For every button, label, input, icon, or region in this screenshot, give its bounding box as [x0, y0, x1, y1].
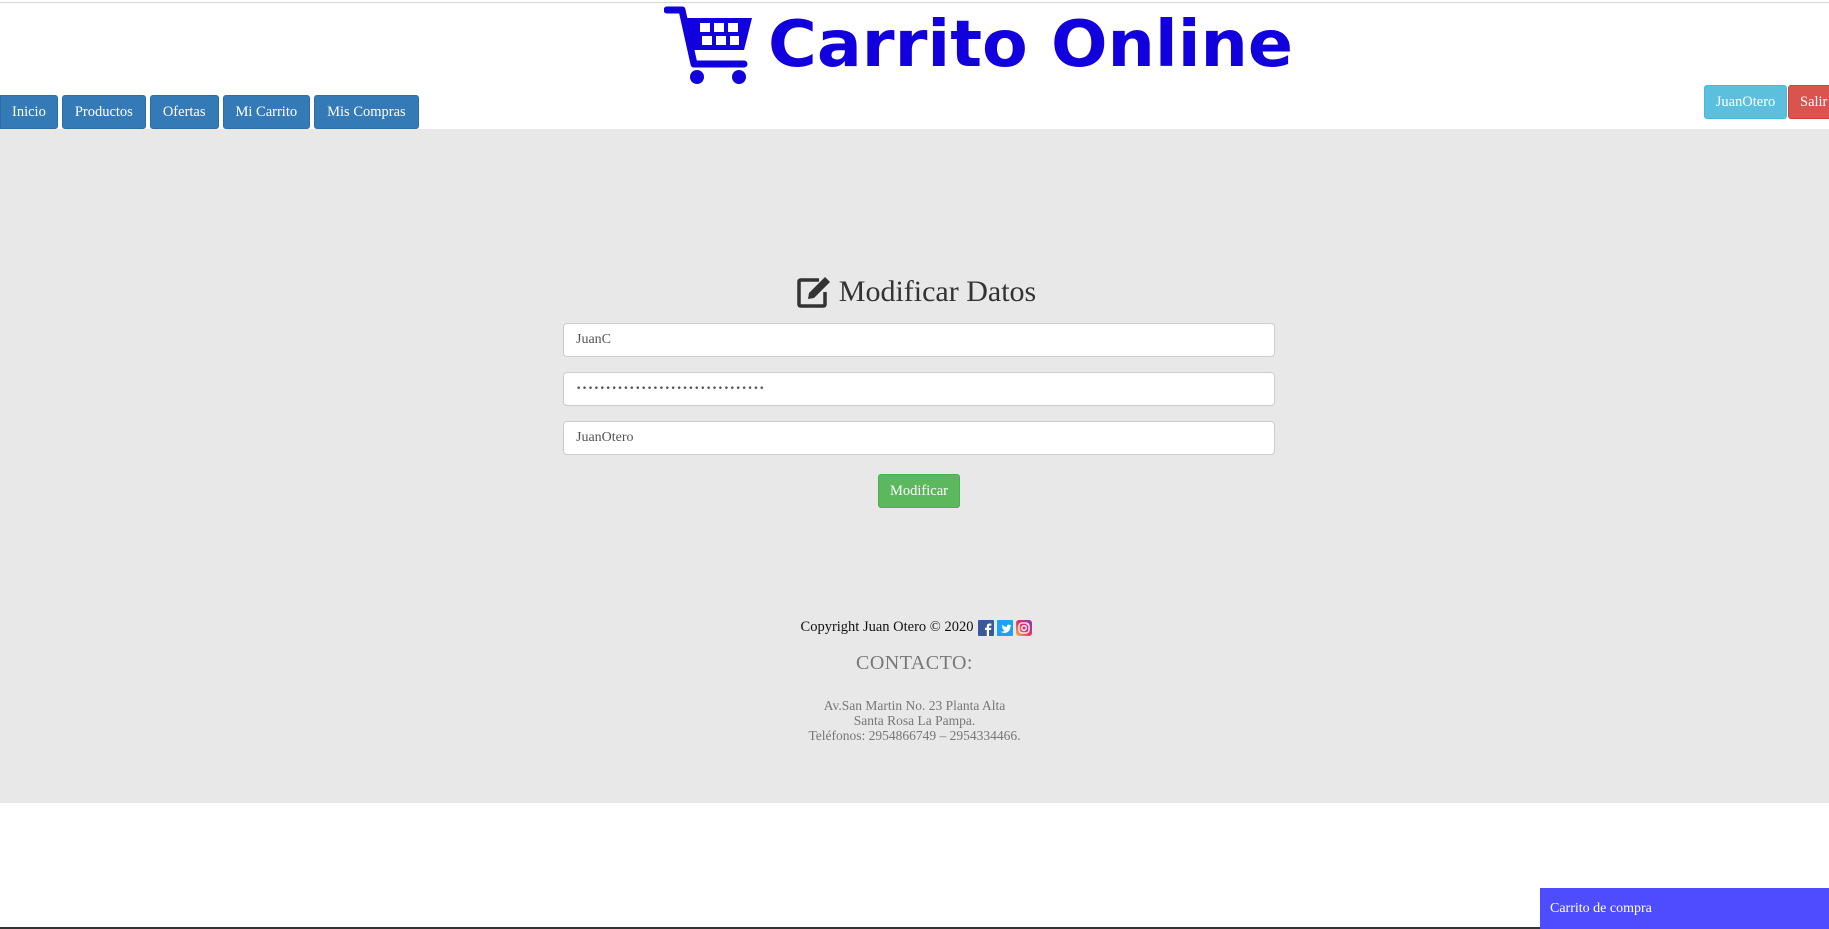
modify-button[interactable]: Modificar	[878, 474, 960, 508]
form-heading: Modificar Datos	[0, 275, 1829, 309]
address-line: Av.San Martin No. 23 Planta Alta	[823, 698, 1006, 713]
username-field[interactable]: JuanC	[563, 323, 1275, 357]
logo-text: Carrito Online	[768, 8, 1294, 82]
main-nav: Inicio Productos Ofertas Mi Carrito Mis …	[0, 95, 419, 129]
facebook-icon[interactable]	[978, 619, 995, 636]
address-line: Santa Rosa La Pampa.	[853, 713, 976, 728]
instagram-icon[interactable]	[1016, 619, 1033, 636]
social-links	[978, 619, 1033, 636]
copyright-text: Copyright Juan Otero © 2020	[800, 619, 974, 635]
footer-copyright: Copyright Juan Otero © 2020	[0, 619, 1829, 636]
contact-address: Av.San Martin No. 23 Planta Alta Santa R…	[0, 698, 1829, 743]
nav-mi-carrito-button[interactable]: Mi Carrito	[222, 95, 311, 129]
edit-icon	[797, 277, 830, 308]
nav-inicio-button[interactable]: Inicio	[0, 95, 58, 129]
password-field[interactable]: ••••••••••••••••••••••••••••••••	[563, 372, 1275, 406]
phone-line: Teléfonos: 2954866749 – 2954334466.	[808, 728, 1021, 743]
display-name-field[interactable]: JuanOtero	[563, 421, 1275, 455]
main-content: Modificar Datos JuanC ••••••••••••••••••…	[0, 129, 1829, 803]
site-logo[interactable]: Carrito Online	[664, 4, 1293, 90]
user-profile-button[interactable]: JuanOtero	[1704, 85, 1787, 119]
shopping-cart-icon	[664, 6, 752, 84]
twitter-icon[interactable]	[997, 619, 1014, 636]
logout-button[interactable]: Salir	[1788, 85, 1829, 119]
nav-productos-button[interactable]: Productos	[61, 95, 146, 129]
contact-heading: CONTACTO:	[856, 652, 973, 674]
form-title: Modificar Datos	[838, 275, 1037, 308]
nav-mis-compras-button[interactable]: Mis Compras	[314, 95, 419, 129]
shopping-cart-widget[interactable]: Carrito de compra	[1540, 888, 1829, 929]
nav-ofertas-button[interactable]: Ofertas	[149, 95, 219, 129]
